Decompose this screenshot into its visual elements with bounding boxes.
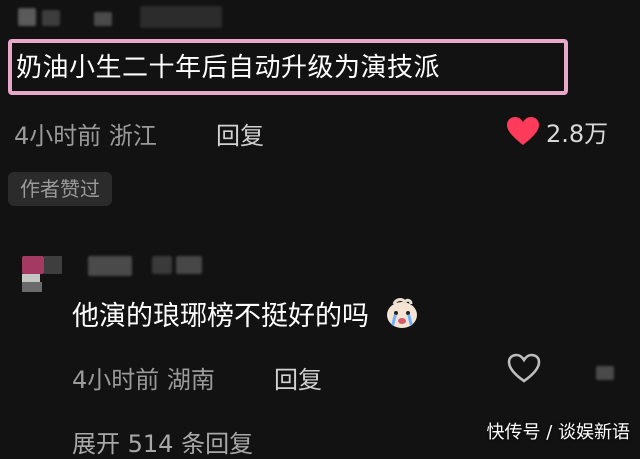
comment-reply-button[interactable]: 回复 [216,116,264,151]
reply-time-location: 4小时前 湖南 [72,366,215,394]
blurred-mark [596,366,614,380]
comment-like-button[interactable]: 2.8万 [500,112,626,150]
comment-text: 奶油小生二十年后自动升级为演技派 [16,53,441,83]
heart-filled-icon [506,116,540,150]
reply-text: 他演的琅琊榜不挺好的吗 [72,296,420,339]
author-liked-badge: 作者赞过 [8,172,112,206]
like-count: 2.8万 [546,120,609,148]
watermark: 快传号 / 谈娱新语 [486,422,630,443]
crying-face-emoji-icon [384,296,420,339]
reply-like-button[interactable] [506,352,546,388]
expand-replies-link[interactable]: 展开 514 条回复 [72,424,253,459]
comment-time-location: 4小时前 浙江 [14,122,157,150]
avatar[interactable] [22,256,62,296]
reply-reply-button[interactable]: 回复 [274,360,322,395]
heart-outline-icon [506,353,542,388]
reply-text-content: 他演的琅琊榜不挺好的吗 [72,301,369,332]
